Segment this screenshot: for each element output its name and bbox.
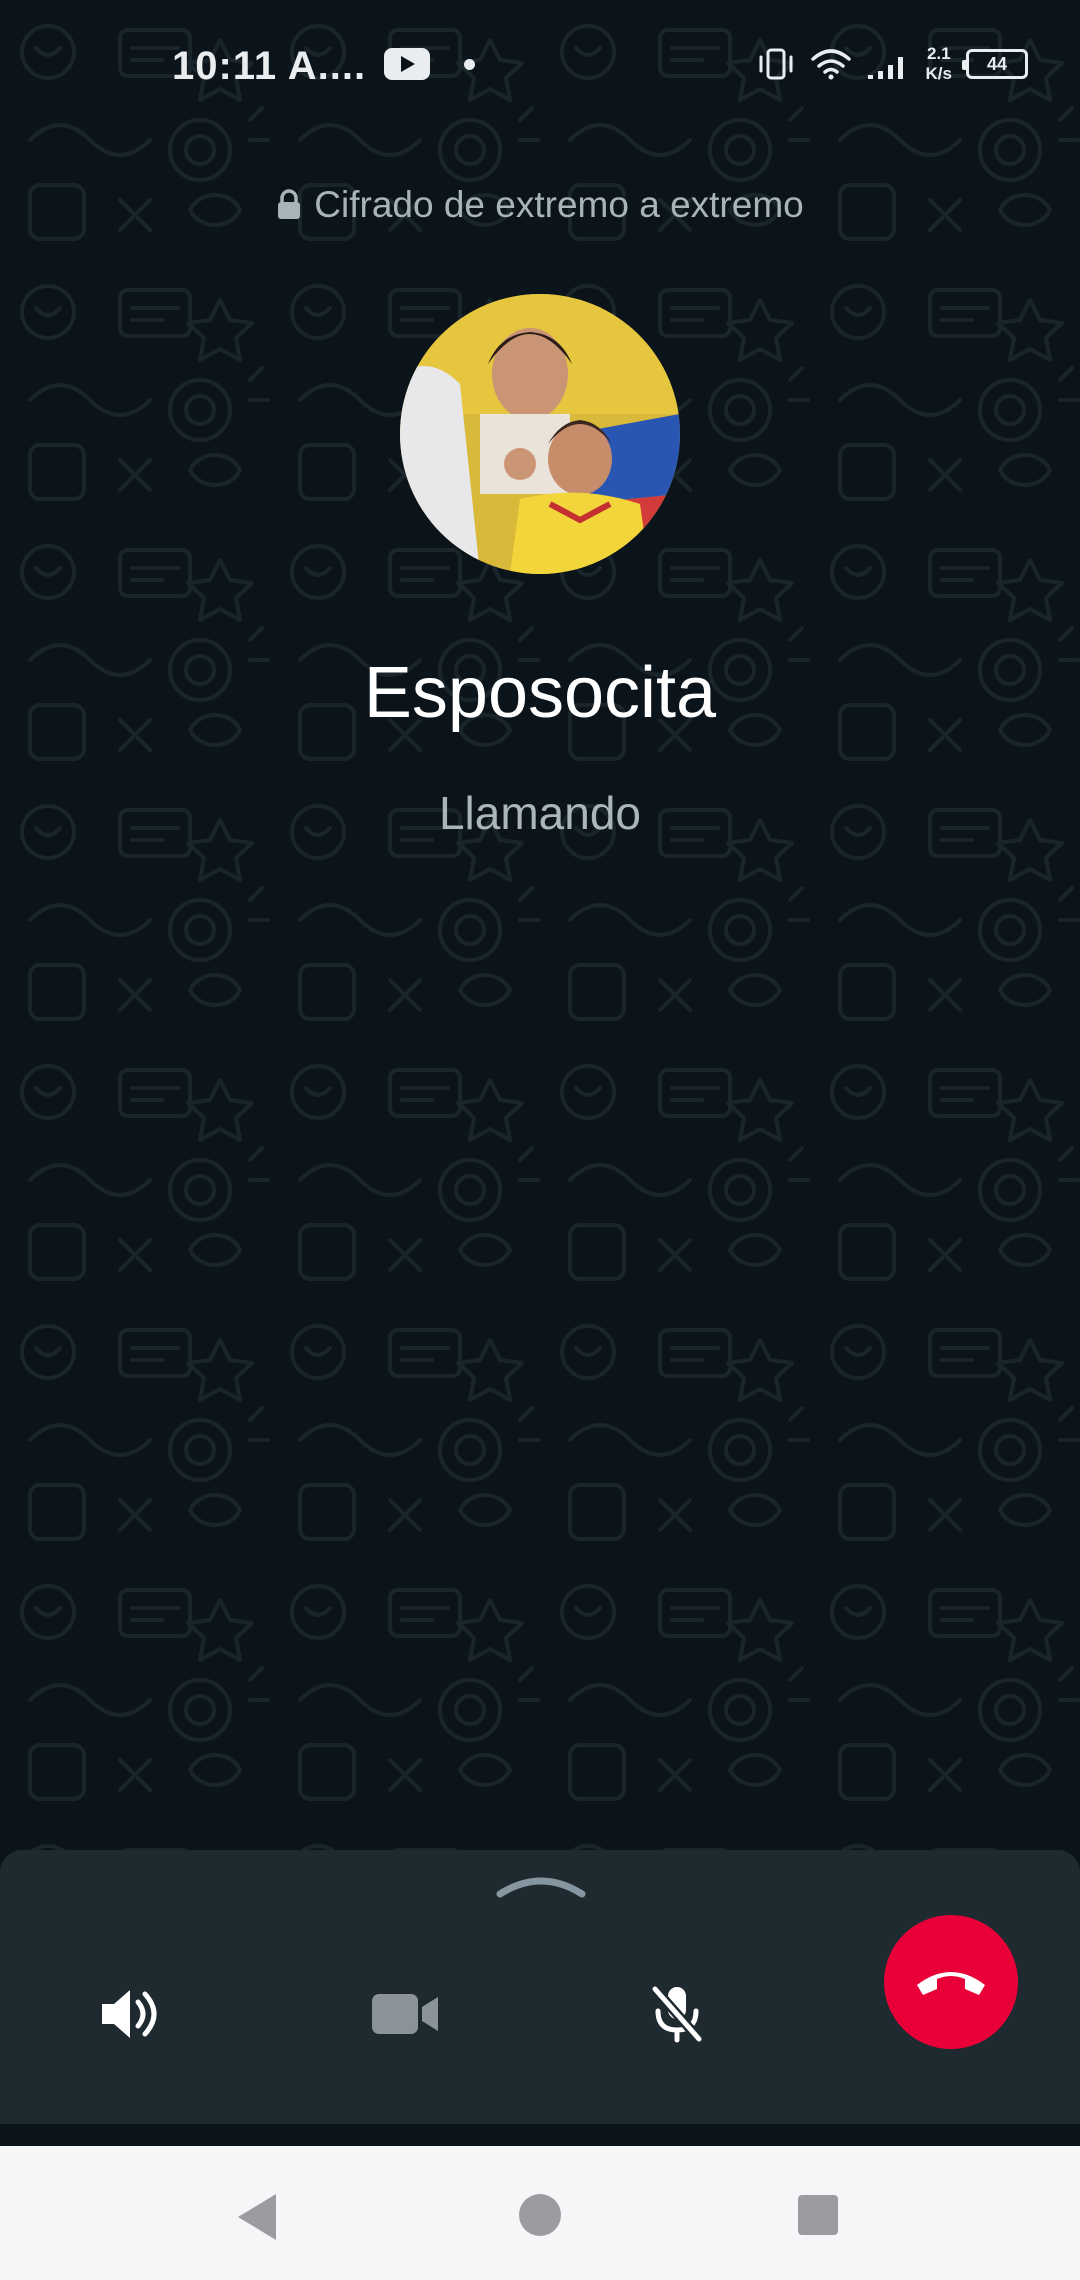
system-nav-bar xyxy=(0,2146,1080,2280)
encryption-text: Cifrado de extremo a extremo xyxy=(314,184,804,225)
wifi-icon xyxy=(810,49,851,80)
status-bar: 10:11 A.... 2.1 K/s 44 xyxy=(0,0,1080,130)
net-speed-value: 2.1 xyxy=(926,44,951,63)
doodle-background xyxy=(0,0,1080,1850)
signal-icon xyxy=(867,57,903,79)
speaker-button[interactable] xyxy=(70,1954,190,2074)
encryption-notice: Cifrado de extremo a extremo xyxy=(0,184,1080,226)
video-icon xyxy=(372,1994,438,2034)
call-controls-panel xyxy=(0,1850,1080,2124)
vibrate-icon xyxy=(759,48,793,80)
status-time: 10:11 A.... xyxy=(172,44,367,88)
mic-muted-icon xyxy=(650,1984,704,2044)
net-speed-unit: K/s xyxy=(925,64,952,83)
lock-icon xyxy=(278,189,301,219)
end-call-button[interactable] xyxy=(884,1915,1018,2049)
youtube-icon xyxy=(384,48,430,80)
speaker-icon xyxy=(102,1990,157,2038)
call-status: Llamando xyxy=(438,787,642,839)
recents-icon[interactable] xyxy=(798,2195,838,2235)
status-left-icons xyxy=(384,48,475,80)
status-right-icons: 2.1 K/s 44 xyxy=(756,44,1028,84)
mute-button[interactable] xyxy=(617,1954,737,2074)
home-icon[interactable] xyxy=(519,2194,561,2236)
expand-handle-icon[interactable] xyxy=(494,1874,588,1900)
back-icon[interactable] xyxy=(238,2194,276,2240)
video-button[interactable] xyxy=(345,1954,465,2074)
battery-icon: 44 xyxy=(962,49,1028,79)
net-speed: 2.1 K/s xyxy=(926,44,952,84)
contact-avatar xyxy=(400,294,680,574)
battery-level: 44 xyxy=(986,53,1008,74)
notification-dot-icon xyxy=(464,58,475,70)
end-call-icon xyxy=(917,1972,985,1995)
contact-name: Esposocita xyxy=(363,653,717,733)
